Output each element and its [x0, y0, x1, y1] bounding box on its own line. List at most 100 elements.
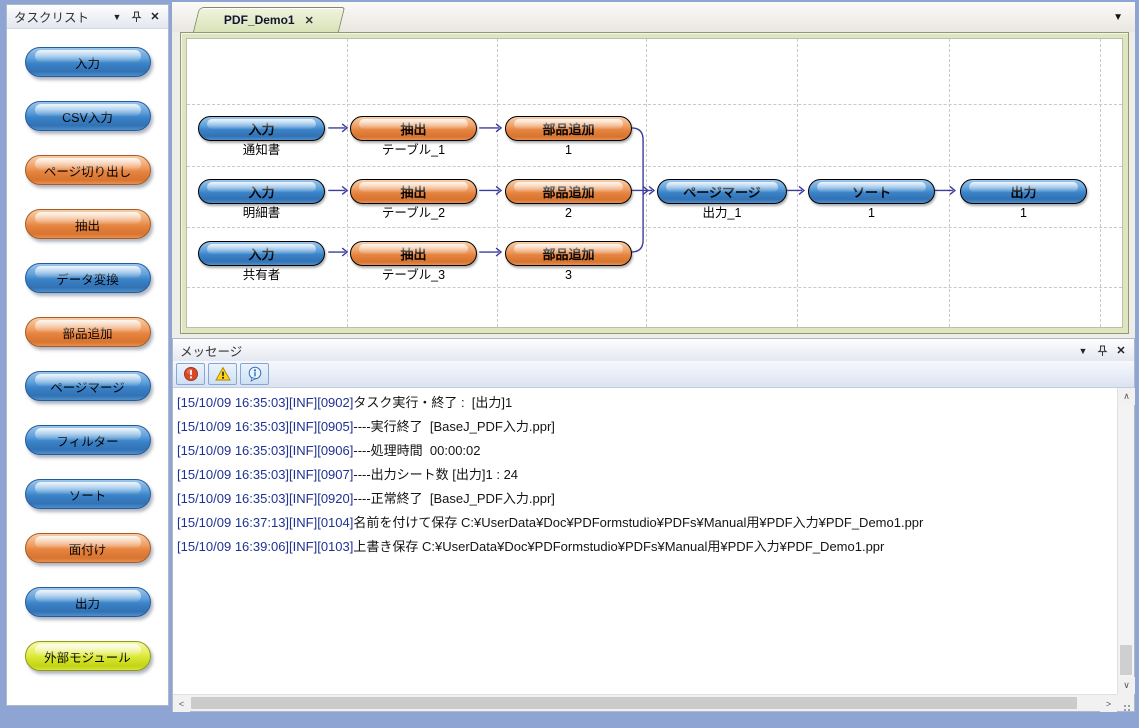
tasklist-panel-title: タスクリスト — [14, 7, 106, 26]
log-output[interactable]: [15/10/09 16:35:03][INF][0902]タスク実行・終了 :… — [173, 388, 1117, 694]
grid-line-horizontal — [187, 104, 1122, 105]
flow-node-出力-1[interactable]: 出力1 — [960, 179, 1087, 220]
log-line-message: 名前を付けて保存 C:¥UserData¥Doc¥PDFormstudio¥PD… — [353, 515, 923, 530]
grid-line-vertical — [646, 39, 647, 327]
log-line-message: 上書き保存 C:¥UserData¥Doc¥PDFormstudio¥PDFs¥… — [353, 539, 884, 554]
flow-node-pill[interactable]: 抽出 — [350, 241, 477, 266]
close-icon[interactable]: ✕ — [1113, 343, 1129, 359]
task-button-ページマージ[interactable]: ページマージ — [25, 371, 151, 401]
log-line: [15/10/09 16:37:13][INF][0104]名前を付けて保存 C… — [177, 511, 1113, 535]
flow-node-抽出-テーブル_1[interactable]: 抽出テーブル_1 — [350, 116, 477, 157]
flow-node-sublabel: 通知書 — [198, 143, 325, 157]
flow-node-sublabel: 出力_1 — [657, 206, 787, 220]
task-button-入力[interactable]: 入力 — [25, 47, 151, 77]
task-button-CSV入力[interactable]: CSV入力 — [25, 101, 151, 131]
flow-node-pill[interactable]: ソート — [808, 179, 935, 204]
flow-node-sublabel: 1 — [505, 143, 632, 157]
pin-icon[interactable] — [1094, 343, 1110, 359]
tasklist-buttons: 入力 CSV入力ページ切り出し抽出データ変換部品追加ページマージフィルターソート面… — [7, 29, 168, 705]
task-button-ソート[interactable]: ソート — [25, 479, 151, 509]
task-button-部品追加[interactable]: 部品追加 — [25, 317, 151, 347]
grid-line-vertical — [497, 39, 498, 327]
tab-close-icon[interactable]: ✕ — [305, 14, 314, 27]
scroll-down-icon[interactable]: ∨ — [1118, 677, 1135, 694]
horizontal-scrollbar[interactable]: < > — [173, 694, 1117, 711]
tasklist-panel-header: タスクリスト ▼ ✕ — [7, 5, 168, 29]
flow-node-sublabel: テーブル_1 — [350, 143, 477, 157]
flow-node-部品追加-3[interactable]: 部品追加3 — [505, 241, 632, 282]
horizontal-scroll-thumb[interactable] — [191, 697, 1077, 709]
flow-node-sublabel: テーブル_3 — [350, 268, 477, 282]
flow-canvas-frame: 入力通知書抽出テーブル_1部品追加1入力明細書抽出テーブル_2部品追加2入力共有… — [180, 32, 1129, 334]
resize-grip[interactable] — [1117, 694, 1134, 711]
task-button-ページ切り出し[interactable]: ページ切り出し — [25, 155, 151, 185]
flow-node-pill[interactable]: 部品追加 — [505, 241, 632, 266]
log-line-message: ----出力シート数 [出力]1 : 24 — [353, 467, 518, 482]
log-line: [15/10/09 16:35:03][INF][0920]----正常終了 [… — [177, 487, 1113, 511]
tab-label: PDF_Demo1 — [224, 13, 295, 27]
tasklist-panel: タスクリスト ▼ ✕ 入力 CSV入力ページ切り出し抽出データ変換部品追加ページマ… — [6, 4, 169, 706]
grid-line-horizontal — [187, 166, 1122, 167]
log-line-timestamp: [15/10/09 16:35:03][INF][0902] — [177, 395, 353, 410]
scroll-left-icon[interactable]: < — [173, 695, 190, 712]
log-line-timestamp: [15/10/09 16:35:03][INF][0906] — [177, 443, 353, 458]
flow-node-抽出-テーブル_2[interactable]: 抽出テーブル_2 — [350, 179, 477, 220]
tab-list-chevron-down-icon[interactable]: ▼ — [1113, 12, 1123, 23]
flow-node-pill[interactable]: 抽出 — [350, 116, 477, 141]
chevron-down-icon[interactable]: ▼ — [109, 9, 125, 25]
flow-node-pill[interactable]: ページマージ — [657, 179, 787, 204]
log-line-timestamp: [15/10/09 16:35:03][INF][0905] — [177, 419, 353, 434]
grid-line-vertical — [1100, 39, 1101, 327]
log-line-timestamp: [15/10/09 16:35:03][INF][0920] — [177, 491, 353, 506]
vertical-scroll-thumb[interactable] — [1120, 645, 1132, 675]
pin-icon-glyph — [1097, 345, 1108, 357]
chevron-down-icon[interactable]: ▼ — [1075, 343, 1091, 359]
flow-node-入力-通知書[interactable]: 入力通知書 — [198, 116, 325, 157]
flow-node-pill[interactable]: 入力 — [198, 116, 325, 141]
scroll-up-icon[interactable]: ∧ — [1118, 388, 1135, 405]
flow-node-入力-明細書[interactable]: 入力明細書 — [198, 179, 325, 220]
horizontal-scroll-track[interactable] — [190, 695, 1100, 711]
close-icon[interactable]: ✕ — [147, 9, 163, 25]
flow-node-部品追加-1[interactable]: 部品追加 1 — [505, 116, 632, 157]
task-button-データ変換[interactable]: データ変換 — [25, 263, 151, 293]
warning-filter-button[interactable] — [208, 363, 237, 385]
log-line: [15/10/09 16:35:03][INF][0902]タスク実行・終了 :… — [177, 391, 1113, 415]
flow-node-pill[interactable]: 入力 — [198, 241, 325, 266]
flow-node-pill[interactable]: 入力 — [198, 179, 325, 204]
log-line-message: ----処理時間 00:00:02 — [353, 443, 480, 458]
main-area: PDF_Demo1 ✕ ▼ 入力通知書抽出テーブル_1部品追加1入力明細書抽出テ… — [172, 2, 1135, 712]
flow-node-pill[interactable]: 出力 — [960, 179, 1087, 204]
task-button-面付け[interactable]: 面付け — [25, 533, 151, 563]
flow-node-ソート-1[interactable]: ソート 1 — [808, 179, 935, 220]
scroll-right-icon[interactable]: > — [1100, 695, 1117, 712]
flow-node-sublabel: 2 — [505, 206, 632, 220]
flow-node-ページマージ-出力_1[interactable]: ページマージ出力_1 — [657, 179, 787, 220]
message-panel-header: メッセージ ▼ ✕ — [173, 339, 1134, 363]
flow-node-sublabel: 1 — [808, 206, 935, 220]
flow-node-pill[interactable]: 部品追加 — [505, 179, 632, 204]
info-filter-button[interactable] — [240, 363, 269, 385]
grid-line-vertical — [797, 39, 798, 327]
pin-icon-glyph — [131, 11, 142, 23]
flow-node-入力-共有者[interactable]: 入力共有者 — [198, 241, 325, 282]
log-line: [15/10/09 16:35:03][INF][0906]----処理時間 0… — [177, 439, 1113, 463]
flow-node-部品追加-2[interactable]: 部品追加 2 — [505, 179, 632, 220]
task-button-抽出[interactable]: 抽出 — [25, 209, 151, 239]
task-button-出力[interactable]: 出力 — [25, 587, 151, 617]
task-button-外部モジュール[interactable]: 外部モジュール — [25, 641, 151, 671]
flow-node-抽出-テーブル_3[interactable]: 抽出テーブル_3 — [350, 241, 477, 282]
task-button-フィルター[interactable]: フィルター — [25, 425, 151, 455]
message-filter-toolbar — [173, 361, 1134, 388]
error-filter-button[interactable] — [176, 363, 205, 385]
flow-node-pill[interactable]: 抽出 — [350, 179, 477, 204]
flow-node-pill[interactable]: 部品追加 — [505, 116, 632, 141]
flow-canvas[interactable]: 入力通知書抽出テーブル_1部品追加1入力明細書抽出テーブル_2部品追加2入力共有… — [186, 38, 1123, 328]
application-window: { "colors": { "window_frame": "#8EA5D3",… — [0, 0, 1139, 728]
vertical-scrollbar[interactable]: ∧ ∨ — [1117, 388, 1134, 694]
log-line-message: タスク実行・終了 : [出力]1 — [353, 395, 512, 410]
tab-pdf-demo1[interactable]: PDF_Demo1 ✕ — [193, 7, 345, 32]
grid-line-horizontal — [187, 227, 1122, 228]
grid-line-horizontal — [187, 287, 1122, 288]
pin-icon[interactable] — [128, 9, 144, 25]
